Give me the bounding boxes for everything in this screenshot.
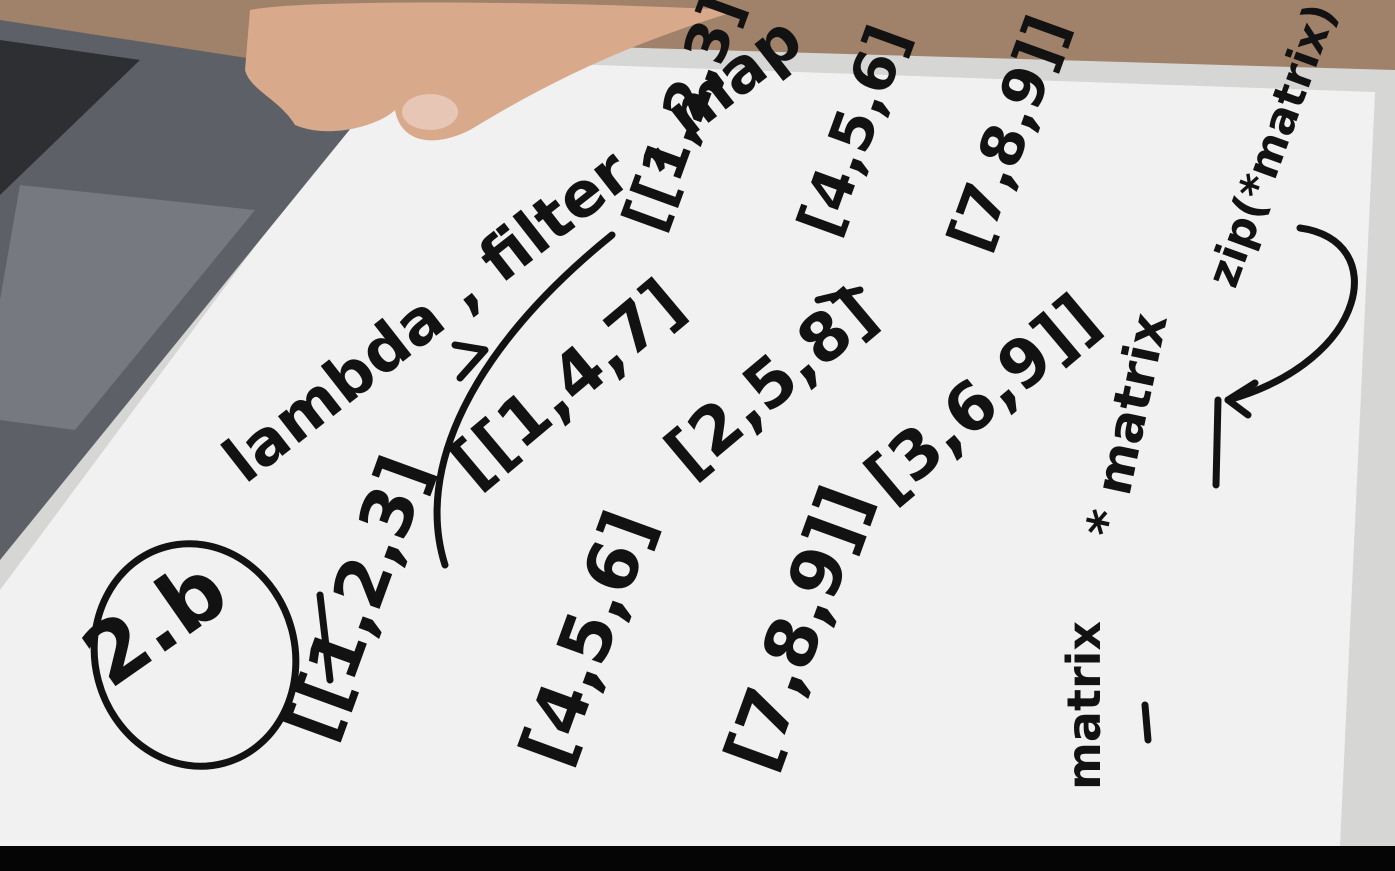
- letterbox-bar: [0, 846, 1395, 871]
- photo-scene: lambda , filter , map 2.b [[1,2,3] [4,5,…: [0, 0, 1395, 846]
- return-stroke: [1212, 396, 1222, 489]
- label-matrix: matrix: [1057, 621, 1111, 790]
- fingernail: [402, 94, 458, 130]
- dash-right: [1141, 701, 1152, 744]
